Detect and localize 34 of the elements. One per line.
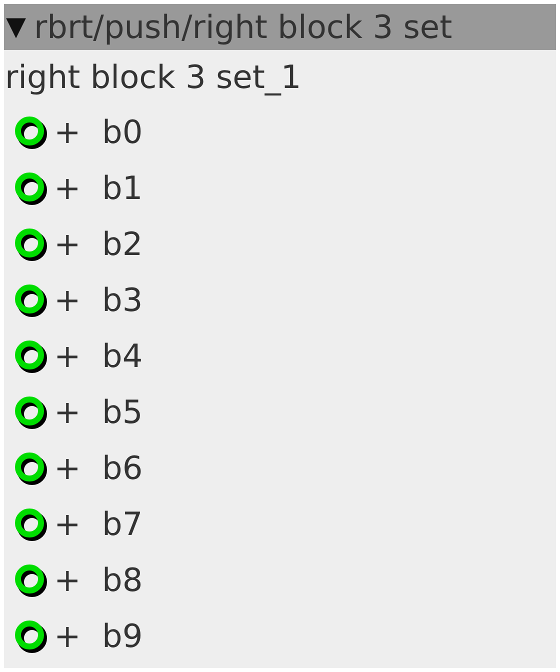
ring-icon	[14, 115, 48, 149]
ring-icon	[14, 227, 48, 261]
item-label[interactable]: b2	[102, 228, 143, 260]
item-label[interactable]: b6	[102, 452, 143, 484]
expand-toggle[interactable]: +	[54, 396, 92, 428]
item-label[interactable]: b8	[102, 564, 143, 596]
ring-icon	[14, 171, 48, 205]
item-label[interactable]: b1	[102, 172, 143, 204]
expand-toggle[interactable]: +	[54, 452, 92, 484]
expand-toggle[interactable]: +	[54, 172, 92, 204]
item-label[interactable]: b5	[102, 396, 143, 428]
item-label[interactable]: b0	[102, 116, 143, 148]
ring-icon	[14, 451, 48, 485]
ring-icon	[14, 619, 48, 653]
expand-toggle[interactable]: +	[54, 116, 92, 148]
expand-toggle[interactable]: +	[54, 564, 92, 596]
expand-toggle[interactable]: +	[54, 620, 92, 652]
collapse-arrow[interactable]: ▼	[6, 12, 26, 42]
panel-header[interactable]: ▼ rbrt/push/right block 3 set	[4, 4, 556, 50]
expand-toggle[interactable]: +	[54, 228, 92, 260]
ring-icon	[14, 339, 48, 373]
expand-toggle[interactable]: +	[54, 508, 92, 540]
item-label[interactable]: b7	[102, 508, 143, 540]
item-label[interactable]: b9	[102, 620, 143, 652]
ring-icon	[14, 395, 48, 429]
set-name: right block 3 set_1	[4, 57, 302, 98]
ring-icon	[14, 507, 48, 541]
expand-toggle[interactable]: +	[54, 284, 92, 316]
header-title: rbrt/push/right block 3 set	[34, 11, 452, 43]
item-label[interactable]: b3	[102, 284, 143, 316]
ring-icon	[14, 283, 48, 317]
expand-toggle[interactable]: +	[54, 340, 92, 372]
ring-icon	[14, 563, 48, 597]
item-label[interactable]: b4	[102, 340, 143, 372]
